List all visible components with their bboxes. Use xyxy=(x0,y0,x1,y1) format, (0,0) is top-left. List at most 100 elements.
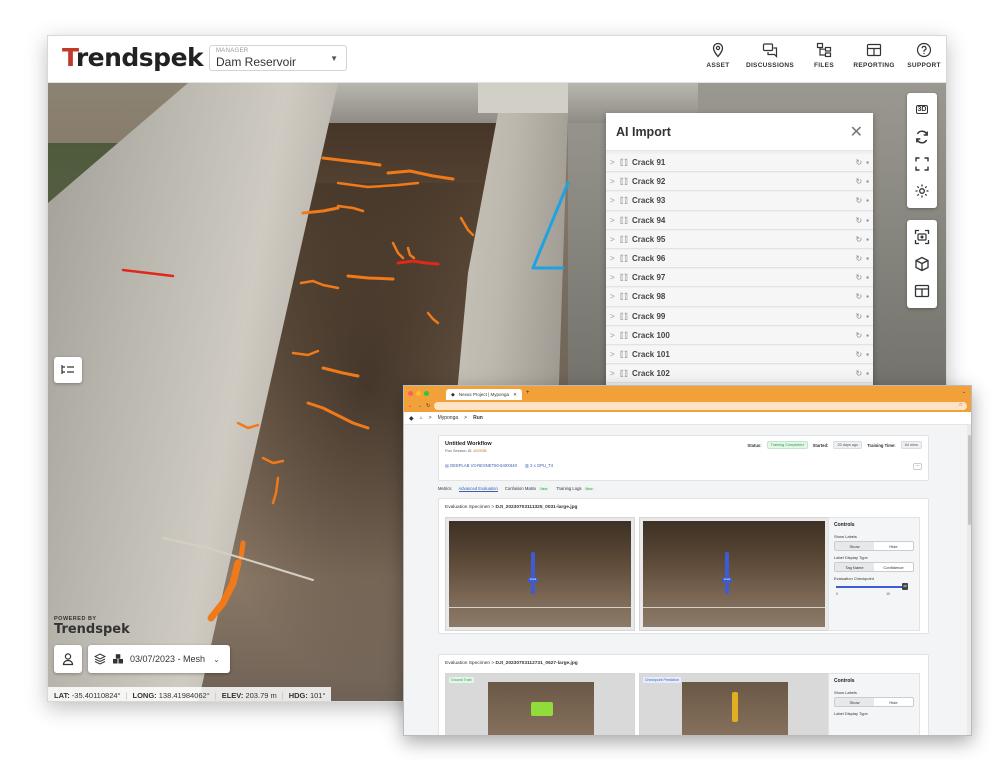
refresh-icon[interactable]: ↻ xyxy=(855,158,862,167)
crack-annotation[interactable] xyxy=(301,206,340,215)
model-tag[interactable]: ▤ DEEPLAB V3-RESNET50-640X640 xyxy=(445,463,517,468)
crack-annotation[interactable] xyxy=(386,169,455,181)
crack-annotation[interactable] xyxy=(238,540,246,561)
back-arrow-icon[interactable]: ← xyxy=(408,403,413,409)
label-display-confidence[interactable]: Confidence xyxy=(874,563,913,571)
split-view-button[interactable] xyxy=(911,280,933,302)
refresh-icon[interactable]: ↻ xyxy=(855,292,862,301)
crack-list-item[interactable]: > ⟦⟧ Crack 91 ↻ ▪ xyxy=(606,154,873,173)
chevron-right-icon[interactable]: > xyxy=(610,312,620,321)
3d-view-button[interactable]: 3D xyxy=(911,99,933,121)
trash-icon[interactable]: ▪ xyxy=(866,312,869,321)
trash-icon[interactable]: ▪ xyxy=(866,273,869,282)
trash-icon[interactable]: ▪ xyxy=(866,254,869,263)
breadcrumb-myponga[interactable]: Myponga xyxy=(438,415,459,421)
refresh-icon[interactable]: ↻ xyxy=(855,177,862,186)
refresh-icon[interactable]: ↻ xyxy=(855,235,862,244)
slider-thumb[interactable]: 20 xyxy=(902,583,908,590)
chevron-right-icon[interactable]: > xyxy=(610,158,620,167)
gpu-tag[interactable]: ▥ 2 x GPU_T4 xyxy=(525,463,553,468)
fullscreen-button[interactable] xyxy=(911,153,933,175)
crack-annotation[interactable] xyxy=(396,259,440,266)
selected-region-outline[interactable] xyxy=(531,181,570,270)
trash-icon[interactable]: ▪ xyxy=(866,369,869,378)
show-labels-hide[interactable]: Hide xyxy=(874,542,913,550)
mesh-date-selector[interactable]: 03/07/2023 - Mesh ⌄ xyxy=(88,645,230,673)
refresh-icon[interactable]: ↻ xyxy=(855,312,862,321)
trash-icon[interactable]: ▪ xyxy=(866,196,869,205)
crack-annotation[interactable] xyxy=(336,204,365,213)
crack-list-item[interactable]: > ⟦⟧ Crack 96 ↻ ▪ xyxy=(606,249,873,269)
crack-annotation[interactable] xyxy=(207,559,242,622)
layers-list-button[interactable] xyxy=(54,357,82,383)
chevron-right-icon[interactable]: > xyxy=(610,369,620,378)
crack-annotation[interactable] xyxy=(346,274,395,281)
refresh-button[interactable] xyxy=(911,126,933,148)
maximize-window-dot[interactable] xyxy=(424,390,429,396)
chevron-right-icon[interactable]: > xyxy=(610,273,620,282)
nexus-logo-icon[interactable]: ◆ xyxy=(409,415,414,422)
crack-label-marker[interactable]: Crack xyxy=(528,552,538,594)
trash-icon[interactable]: ▪ xyxy=(866,350,869,359)
browser-tab[interactable]: ◆ Nexus Project | Myponga ✕ xyxy=(446,389,522,400)
reload-icon[interactable]: ↻ xyxy=(426,403,430,409)
user-view-button[interactable] xyxy=(54,645,82,673)
crack-annotation[interactable] xyxy=(271,476,280,505)
trash-icon[interactable]: ▪ xyxy=(866,292,869,301)
label-display-tag-name[interactable]: Tag Name xyxy=(835,563,874,571)
capture-button[interactable] xyxy=(911,226,933,248)
settings-button[interactable] xyxy=(911,180,933,202)
refresh-icon[interactable]: ↻ xyxy=(855,273,862,282)
crack-annotation[interactable] xyxy=(261,456,285,465)
prediction-image[interactable]: Crack xyxy=(639,517,829,631)
bookmark-star-icon[interactable]: ☆ xyxy=(959,402,963,408)
refresh-icon[interactable]: ↻ xyxy=(855,369,862,378)
more-options-button[interactable]: ... xyxy=(913,463,922,470)
chevron-down-icon[interactable]: ⌄ xyxy=(962,389,966,395)
minimize-window-dot[interactable] xyxy=(416,390,421,396)
new-tab-icon[interactable]: + xyxy=(526,390,530,396)
crack-list-item[interactable]: > ⟦⟧ Crack 94 ↻ ▪ xyxy=(606,211,873,230)
nav-support[interactable]: SUPPORT xyxy=(894,42,946,69)
trash-icon[interactable]: ▪ xyxy=(866,216,869,225)
refresh-icon[interactable]: ↻ xyxy=(855,254,862,263)
crack-list-item[interactable]: > ⟦⟧ Crack 100 ↻ ▪ xyxy=(606,326,873,345)
refresh-icon[interactable]: ↻ xyxy=(855,216,862,225)
refresh-icon[interactable]: ↻ xyxy=(855,350,862,359)
chevron-right-icon[interactable]: > xyxy=(610,292,620,301)
trendspek-logo[interactable]: Trendspek xyxy=(62,43,204,72)
crack-annotation[interactable] xyxy=(306,401,370,430)
show-labels-show[interactable]: Show xyxy=(835,542,874,550)
model-view-button[interactable] xyxy=(911,253,933,275)
chevron-right-icon[interactable]: > xyxy=(610,177,620,186)
crack-annotation[interactable] xyxy=(291,349,320,357)
prediction-image[interactable]: Checkpoint Prediction xyxy=(639,673,829,735)
trash-icon[interactable]: ▪ xyxy=(866,235,869,244)
tab-training-logs[interactable]: Training Logs New xyxy=(556,486,595,492)
chevron-right-icon[interactable]: > xyxy=(610,196,620,205)
tab-advanced-evaluation[interactable]: Advanced Evaluation xyxy=(458,486,498,492)
trash-icon[interactable]: ▪ xyxy=(866,158,869,167)
close-icon[interactable]: ✕ xyxy=(513,392,517,398)
crack-annotation[interactable] xyxy=(406,246,416,260)
chevron-right-icon[interactable]: > xyxy=(610,235,620,244)
trash-icon[interactable]: ▪ xyxy=(866,331,869,340)
ground-truth-image[interactable]: Crack xyxy=(445,517,635,631)
trash-icon[interactable]: ▪ xyxy=(866,177,869,186)
crack-list-item[interactable]: > ⟦⟧ Crack 93 ↻ ▪ xyxy=(606,192,873,211)
crack-list-item[interactable]: > ⟦⟧ Crack 95 ↻ ▪ xyxy=(606,230,873,249)
chevron-right-icon[interactable]: > xyxy=(610,216,620,225)
show-labels-show[interactable]: Show xyxy=(835,698,874,706)
close-icon[interactable]: ✕ xyxy=(850,122,863,142)
forward-arrow-icon[interactable]: → xyxy=(417,403,422,409)
crack-list-item[interactable]: > ⟦⟧ Crack 97 ↻ ▪ xyxy=(606,269,873,288)
scrollbar-thumb[interactable] xyxy=(967,435,971,525)
crack-label-marker[interactable]: Crack xyxy=(722,552,732,594)
crack-annotation[interactable] xyxy=(321,156,382,167)
crack-annotation[interactable] xyxy=(391,241,405,260)
page-scrollbar[interactable] xyxy=(967,425,971,735)
home-icon[interactable]: ⌂ xyxy=(420,415,423,421)
crack-list-item[interactable]: > ⟦⟧ Crack 101 ↻ ▪ xyxy=(606,345,873,365)
nav-asset[interactable]: ASSET xyxy=(688,42,748,69)
crack-annotation[interactable] xyxy=(321,366,360,378)
